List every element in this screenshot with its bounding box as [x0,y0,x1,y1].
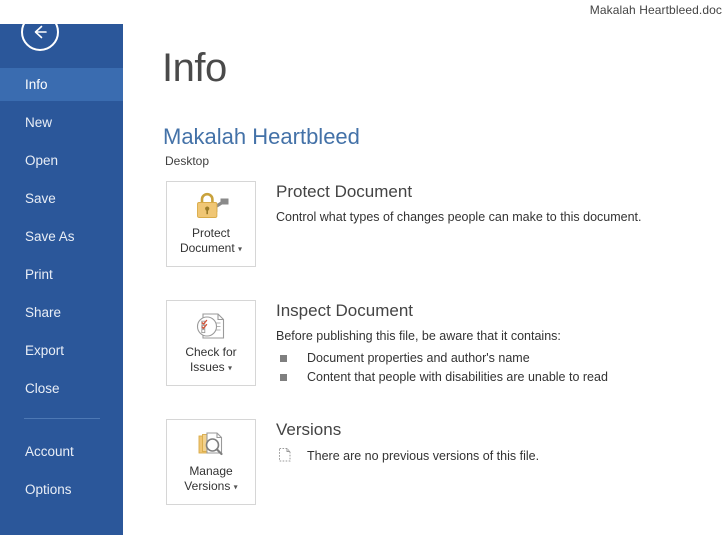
sidebar-item-label: New [25,115,53,130]
list-item-label: Content that people with disabilities ar… [307,370,608,384]
chevron-down-icon[interactable]: ▾ [234,482,238,491]
square-bullet-icon [280,374,287,381]
sidebar-item-open[interactable]: Open [0,144,123,177]
lock-and-key-icon [167,191,255,225]
section-title: Inspect Document [276,301,414,320]
sidebar-item-label: Print [25,267,53,282]
list-item: Document properties and author's name [276,349,608,368]
backstage-content: Info Makalah Heartbleed Desktop Protect … [123,0,722,535]
section-description: Control what types of changes people can… [276,210,642,224]
sidebar-item-options[interactable]: Options [0,473,123,506]
window-title: Makalah Heartbleed.doc [589,3,722,17]
sidebar-divider [24,418,100,419]
document-stack-search-icon [167,429,255,463]
sidebar-item-label: Save As [25,229,75,244]
manage-versions-button-label: Manage Versions ▾ [167,464,255,494]
sidebar-item-label: Open [25,153,59,168]
sidebar-item-save-as[interactable]: Save As [0,220,123,253]
button-label-line2: Versions [184,479,231,493]
versions-body: Versions There are no previous versions … [276,419,539,465]
document-checklist-icon [167,310,255,344]
title-bar: Makalah Heartbleed.doc [0,0,722,24]
sidebar-item-label: Share [25,305,62,320]
button-label-line1: Check for [185,345,237,359]
section-description: Before publishing this file, be aware th… [276,329,561,343]
protect-document-button-label: Protect Document ▾ [167,226,255,256]
document-outline-icon [278,447,292,468]
sidebar-item-label: Account [25,444,74,459]
sidebar-item-close[interactable]: Close [0,372,123,405]
sidebar-item-label: Export [25,343,65,358]
versions-note: There are no previous versions of this f… [276,447,539,465]
inspect-findings-list: Document properties and author's name Co… [276,349,608,387]
section-title: Protect Document [276,182,413,201]
button-label-line1: Manage [189,464,233,478]
chevron-down-icon[interactable]: ▾ [238,244,242,253]
sidebar-item-print[interactable]: Print [0,258,123,291]
button-label-line2: Document [179,241,235,255]
sidebar-item-share[interactable]: Share [0,296,123,329]
sidebar-item-label: Save [25,191,56,206]
list-item-label: Document properties and author's name [307,351,530,365]
button-label-line1: Protect [191,226,230,240]
backstage-sidebar: Info New Open Save Save As Print Share E… [0,0,123,535]
sidebar-nav: Info New Open Save Save As Print Share E… [0,68,123,511]
inspect-document-body: Inspect Document Before publishing this … [276,300,608,387]
document-path: Desktop [165,154,210,168]
sidebar-item-label: Info [25,77,48,92]
sidebar-item-save[interactable]: Save [0,182,123,215]
list-item: Content that people with disabilities ar… [276,368,608,387]
section-title: Versions [276,420,342,439]
sidebar-item-new[interactable]: New [0,106,123,139]
check-for-issues-button-label: Check for Issues ▾ [167,345,255,375]
check-for-issues-button[interactable]: Check for Issues ▾ [166,300,256,386]
chevron-down-icon[interactable]: ▾ [228,363,232,372]
protect-document-body: Protect Document Control what types of c… [276,181,642,226]
sidebar-item-account[interactable]: Account [0,435,123,468]
button-label-line2: Issues [189,360,225,374]
versions-note-label: There are no previous versions of this f… [307,449,540,463]
sidebar-item-label: Options [25,482,72,497]
sidebar-item-label: Close [25,381,60,396]
square-bullet-icon [280,355,287,362]
document-name: Makalah Heartbleed [163,124,360,149]
sidebar-item-info[interactable]: Info [0,68,123,101]
sidebar-item-export[interactable]: Export [0,334,123,367]
page-title: Info [162,46,227,90]
protect-document-button[interactable]: Protect Document ▾ [166,181,256,267]
manage-versions-button[interactable]: Manage Versions ▾ [166,419,256,505]
